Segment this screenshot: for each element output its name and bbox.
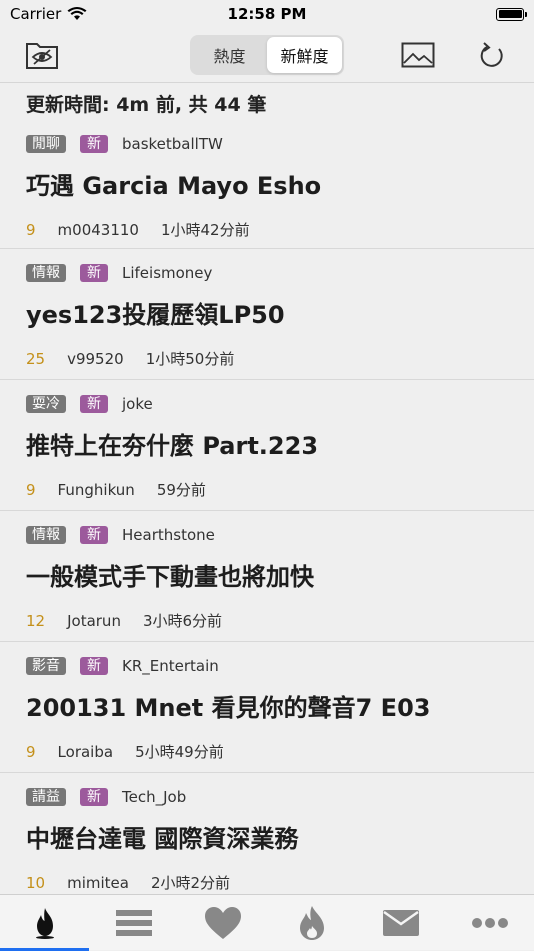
heart-icon: [204, 906, 241, 939]
post-item[interactable]: 情報 新 Hearthstone 一般模式手下動畫也將加快 12 Jotarun…: [0, 511, 534, 642]
status-bar: Carrier 12:58 PM: [0, 0, 534, 28]
author: v99520: [67, 349, 124, 368]
new-tag: 新: [80, 788, 108, 806]
post-item[interactable]: 閒聊 新 basketballTW 巧遇 Garcia Mayo Esho 9 …: [0, 118, 534, 249]
segment-popularity[interactable]: 熱度: [192, 37, 267, 73]
post-meta: 9 Loraiba 5小時49分前: [26, 741, 508, 762]
post-item[interactable]: 請益 新 Tech_Job 中壢台達電 國際資深業務 10 mimitea 2小…: [0, 773, 534, 894]
category-tag: 耍冷: [26, 395, 66, 413]
tab-hot[interactable]: [0, 895, 89, 951]
hidden-folders-button[interactable]: [22, 35, 62, 75]
refresh-icon: [480, 42, 503, 67]
post-tags: 影音 新 KR_Entertain: [26, 656, 508, 676]
wifi-icon: [67, 7, 87, 20]
author: Loraiba: [57, 742, 114, 761]
mail-icon: [382, 909, 419, 936]
push-count: 9: [26, 220, 36, 239]
post-time: 1小時42分前: [160, 221, 250, 239]
post-meta: 10 mimitea 2小時2分前: [26, 872, 508, 893]
post-title: 巧遇 Garcia Mayo Esho: [26, 172, 322, 200]
post-item[interactable]: 耍冷 新 joke 推特上在夯什麼 Part.223 9 Funghikun 5…: [0, 380, 534, 511]
image-toggle-button[interactable]: [398, 35, 438, 75]
author: Jotarun: [67, 611, 121, 630]
post-meta: 12 Jotarun 3小時6分前: [26, 610, 508, 631]
navigation-bar: 熱度 新鮮度: [0, 28, 534, 83]
list-icon: [115, 909, 152, 936]
post-time: 3小時6分前: [142, 612, 223, 630]
post-tags: 閒聊 新 basketballTW: [26, 134, 508, 154]
category-tag: 影音: [26, 657, 66, 675]
post-meta: 9 m0043110 1小時42分前: [26, 219, 508, 240]
tab-trending[interactable]: [267, 895, 356, 951]
post-title: 200131 Mnet 看見你的聲音7 E03: [26, 694, 431, 722]
carrier-group: Carrier: [10, 5, 87, 23]
category-tag: 閒聊: [26, 135, 66, 153]
push-count: 9: [26, 480, 36, 499]
author: Funghikun: [57, 480, 135, 499]
category-tag: 情報: [26, 526, 66, 544]
new-tag: 新: [80, 264, 108, 282]
tab-favorites[interactable]: [178, 895, 267, 951]
post-title: 一般模式手下動畫也將加快: [26, 563, 314, 591]
update-summary: 更新時間: 4m 前, 共 44 筆: [26, 94, 267, 116]
new-tag: 新: [80, 657, 108, 675]
post-item[interactable]: 影音 新 KR_Entertain 200131 Mnet 看見你的聲音7 E0…: [0, 642, 534, 773]
tab-more[interactable]: [445, 895, 534, 951]
board-name: Tech_Job: [122, 788, 187, 806]
post-time: 2小時2分前: [150, 874, 231, 892]
tab-bar: [0, 894, 534, 951]
post-time: 5小時49分前: [135, 743, 224, 761]
sort-segmented-control: 熱度 新鮮度: [190, 35, 344, 75]
more-icon: [471, 917, 508, 928]
category-tag: 請益: [26, 788, 66, 806]
post-title: 推特上在夯什麼 Part.223: [26, 432, 319, 460]
board-name: basketballTW: [122, 135, 223, 153]
image-icon: [401, 42, 435, 68]
post-title: yes123投履歷領LP50: [26, 301, 285, 329]
battery-icon: [496, 7, 527, 21]
refresh-button[interactable]: [472, 35, 512, 75]
board-name: joke: [122, 395, 153, 413]
post-time: 1小時50分前: [145, 350, 235, 368]
carrier-label: Carrier: [10, 5, 62, 23]
board-name: Hearthstone: [122, 526, 215, 544]
push-count: 9: [26, 742, 36, 761]
category-tag: 情報: [26, 264, 66, 282]
new-tag: 新: [80, 135, 108, 153]
post-meta: 9 Funghikun 59分前: [26, 479, 508, 500]
post-title: 中壢台達電 國際資深業務: [26, 825, 299, 853]
folder-eye-icon: [26, 43, 58, 69]
post-time: 59分前: [156, 481, 206, 499]
new-tag: 新: [80, 395, 108, 413]
fire-drop-icon: [299, 905, 324, 940]
tab-messages[interactable]: [356, 895, 445, 951]
push-count: 25: [26, 349, 46, 368]
new-tag: 新: [80, 526, 108, 544]
push-count: 10: [26, 873, 46, 892]
post-tags: 請益 新 Tech_Job: [26, 787, 508, 807]
post-meta: 25 v99520 1小時50分前: [26, 348, 508, 369]
author: m0043110: [57, 220, 139, 239]
post-tags: 耍冷 新 joke: [26, 394, 508, 414]
post-tags: 情報 新 Lifeismoney: [26, 263, 508, 283]
flame-icon: [35, 907, 54, 939]
push-count: 12: [26, 611, 46, 630]
segment-freshness[interactable]: 新鮮度: [267, 37, 342, 73]
post-item[interactable]: 情報 新 Lifeismoney yes123投履歷領LP50 25 v9952…: [0, 249, 534, 380]
board-name: Lifeismoney: [122, 264, 213, 282]
post-list: 更新時間: 4m 前, 共 44 筆 閒聊 新 basketballTW 巧遇 …: [0, 84, 534, 894]
board-name: KR_Entertain: [122, 657, 219, 675]
tab-boards[interactable]: [89, 895, 178, 951]
post-tags: 情報 新 Hearthstone: [26, 525, 508, 545]
author: mimitea: [67, 873, 129, 892]
